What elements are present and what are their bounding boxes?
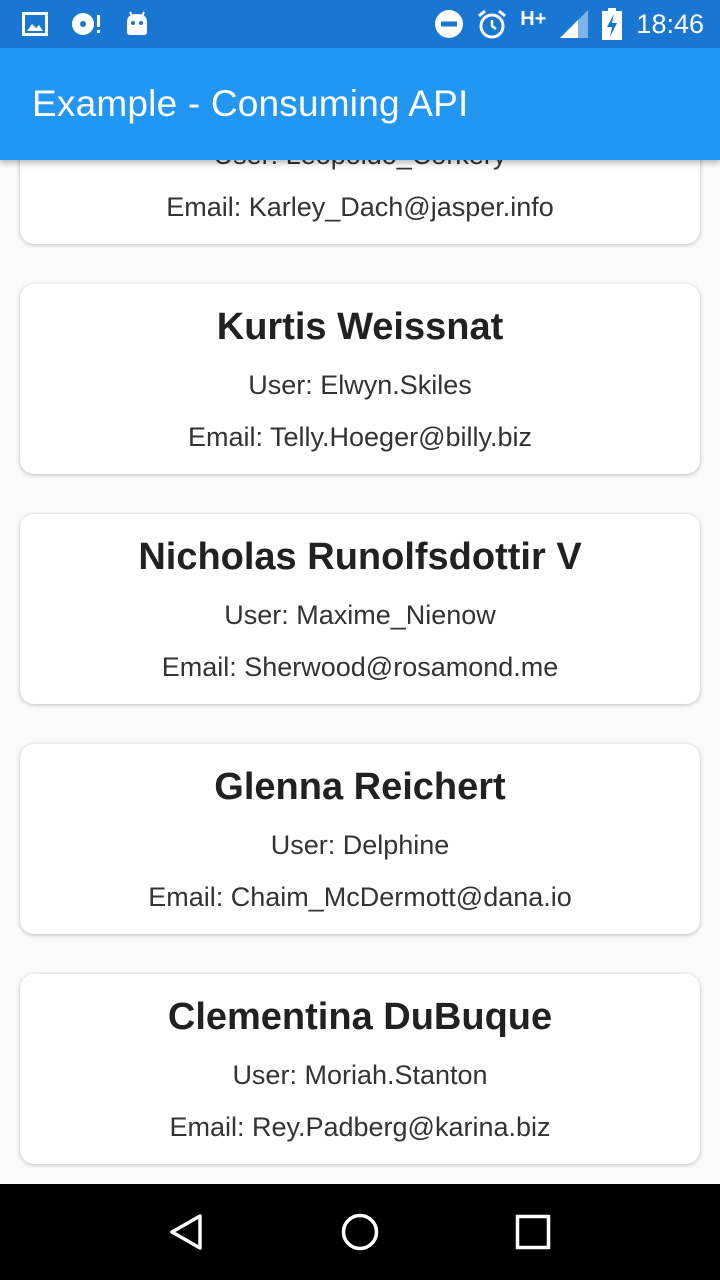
disc-icon [70, 11, 102, 37]
app-title: Example - Consuming API [32, 83, 469, 124]
user-card[interactable]: User: Leopoldo_Corkery Email: Karley_Dac… [20, 160, 700, 244]
recents-icon[interactable] [493, 1192, 573, 1272]
user-card[interactable]: Nicholas Runolfsdottir V User: Maxime_Ni… [20, 514, 700, 704]
user-name: Glenna Reichert [214, 766, 506, 808]
user-username: User: Delphine [270, 830, 450, 860]
navigation-bar [0, 1184, 720, 1280]
do-not-disturb-icon [434, 9, 464, 39]
user-username: User: Maxime_Nienow [224, 600, 496, 630]
app-bar: Example - Consuming API [0, 48, 720, 160]
signal-icon [558, 9, 590, 39]
user-name: Kurtis Weissnat [216, 306, 504, 348]
home-icon[interactable] [320, 1192, 400, 1272]
user-email: Email: Telly.Hoeger@billy.biz [187, 422, 533, 452]
alarm-icon [476, 8, 508, 40]
user-username: User: Leopoldo_Corkery [20, 160, 700, 171]
user-name: Clementina DuBuque [167, 996, 553, 1038]
user-name: Nicholas Runolfsdottir V [138, 536, 582, 578]
user-list[interactable]: User: Leopoldo_Corkery Email: Karley_Dac… [0, 160, 720, 1184]
battery-charging-icon [602, 8, 623, 40]
user-email: Email: Sherwood@rosamond.me [161, 652, 559, 682]
status-bar: H+ 18:46 [0, 0, 720, 48]
user-card[interactable]: Glenna Reichert User: Delphine Email: Ch… [20, 744, 700, 934]
user-username: User: Elwyn.Skiles [248, 370, 472, 400]
user-card[interactable]: Kurtis Weissnat User: Elwyn.Skiles Email… [20, 284, 700, 474]
image-icon [22, 12, 48, 36]
user-email: Email: Chaim_McDermott@dana.io [148, 882, 572, 912]
clock: 18:46 [636, 8, 704, 39]
user-username: User: Moriah.Stanton [232, 1060, 488, 1090]
back-icon[interactable] [147, 1192, 227, 1272]
network-type: H+ [520, 7, 547, 30]
user-email: Email: Rey.Padberg@karina.biz [169, 1112, 551, 1142]
android-icon [124, 11, 150, 37]
user-email: Email: Karley_Dach@jasper.info [166, 192, 554, 222]
user-card[interactable]: Clementina DuBuque User: Moriah.Stanton … [20, 974, 700, 1164]
